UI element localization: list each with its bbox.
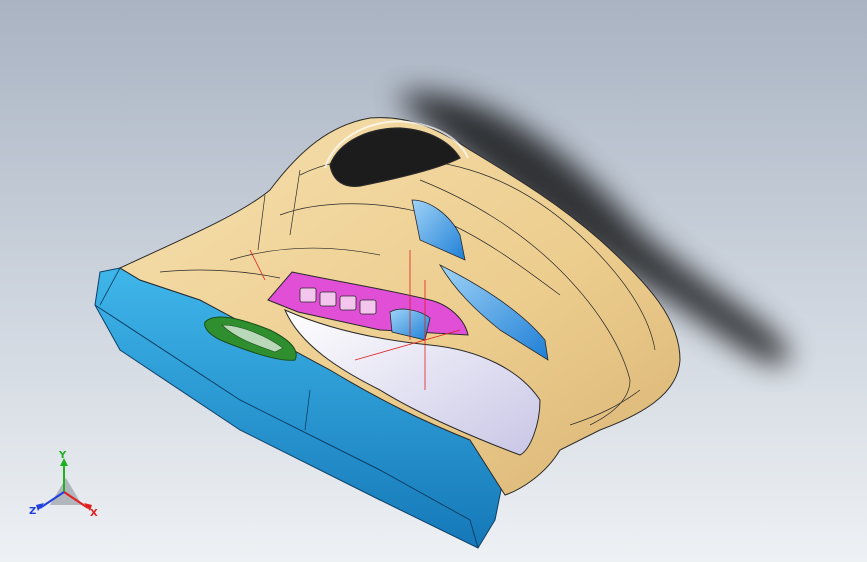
3d-viewport[interactable]: Y X Z [0, 0, 867, 562]
triad-y-label: Y [58, 450, 67, 461]
triad-x-label: X [90, 508, 98, 519]
window-switch-4[interactable] [359, 299, 377, 315]
window-switch-1[interactable] [299, 287, 317, 303]
window-switch-3[interactable] [339, 295, 357, 311]
cad-model[interactable]: Y X Z [0, 0, 867, 562]
orientation-triad[interactable]: Y X Z [29, 450, 98, 519]
triad-z-label: Z [29, 506, 36, 517]
window-switch-2[interactable] [319, 291, 337, 307]
